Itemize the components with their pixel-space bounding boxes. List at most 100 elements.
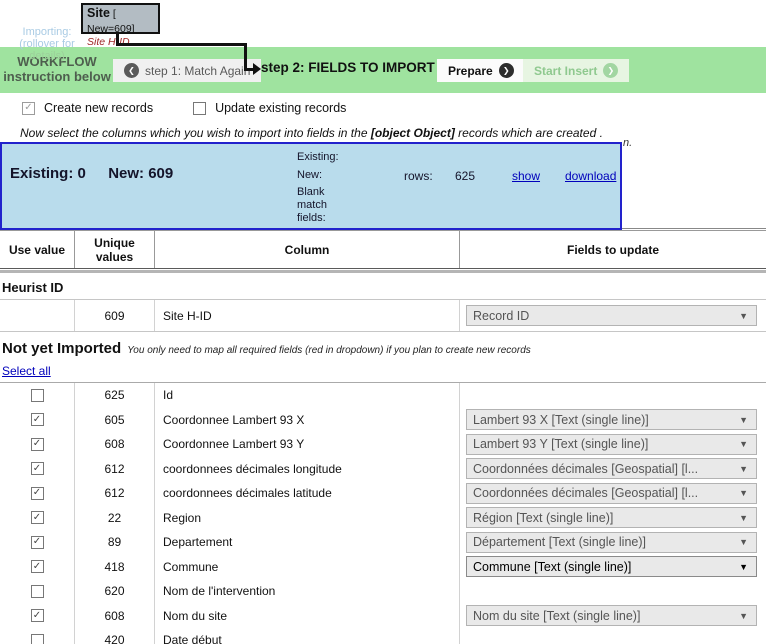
header-column: Column bbox=[155, 231, 460, 268]
check-icon: ✓ bbox=[33, 562, 41, 572]
existing-value: 0 bbox=[78, 165, 86, 182]
heurist-id-row: 609 Site H-ID Record ID ▼ bbox=[0, 299, 766, 332]
unique-values-count: 608 bbox=[104, 437, 124, 451]
unique-values-count: 89 bbox=[108, 535, 121, 549]
instruction-pre: Now select the columns which you wish to… bbox=[20, 126, 371, 140]
check-icon: ✓ bbox=[33, 611, 41, 621]
update-existing-records-checkbox[interactable] bbox=[193, 102, 206, 115]
summary-totals: Existing: 0 New: 609 bbox=[10, 165, 173, 182]
chevron-down-icon: ▼ bbox=[739, 488, 748, 498]
unique-values-count: 605 bbox=[104, 413, 124, 427]
detail-blank-match-label: Blank match fields: bbox=[297, 186, 343, 225]
hidden-text-fragment: n. bbox=[623, 137, 632, 149]
column-name: coordonnees décimales longitude bbox=[163, 462, 342, 476]
field-select-record-id[interactable]: Record ID ▼ bbox=[466, 305, 757, 326]
connector-line bbox=[244, 43, 247, 71]
instruction-text: Now select the columns which you wish to… bbox=[20, 126, 603, 140]
table-row: ✓ 612 coordonnees décimales latitude Coo… bbox=[0, 481, 766, 506]
use-value-checkbox[interactable]: ✓ bbox=[31, 438, 44, 451]
check-icon: ✓ bbox=[24, 103, 32, 113]
back-arrow-icon: ❮ bbox=[124, 63, 139, 78]
column-name: Date début bbox=[163, 633, 222, 644]
step1-match-again-button[interactable]: ❮ step 1: Match Again bbox=[113, 59, 261, 82]
check-icon: ✓ bbox=[33, 415, 41, 425]
field-select[interactable]: Région [Text (single line)] ▼ bbox=[466, 507, 757, 528]
select-all-link[interactable]: Select all bbox=[2, 364, 51, 378]
field-select-value: Nom du site [Text (single line)] bbox=[473, 609, 640, 623]
start-insert-button-disabled[interactable]: Start Insert ❯ bbox=[523, 59, 629, 82]
step2-heading: step 2: FIELDS TO IMPORT bbox=[261, 60, 435, 75]
field-select-value: Coordonnées décimales [Geospatial] [l... bbox=[473, 462, 698, 476]
table-row: ✓ 620 Nom de l'intervention bbox=[0, 579, 766, 604]
column-name: Site H-ID bbox=[155, 300, 460, 331]
show-link[interactable]: show bbox=[512, 169, 540, 183]
workflow-label-line2: instruction below bbox=[2, 69, 112, 84]
field-select[interactable]: Nom du site [Text (single line)] ▼ bbox=[466, 605, 757, 626]
unique-values-count: 612 bbox=[104, 462, 124, 476]
start-insert-button-label: Start Insert bbox=[534, 64, 597, 78]
table-row: ✓ 420 Date début bbox=[0, 628, 766, 644]
field-select-value: Région [Text (single line)] bbox=[473, 511, 613, 525]
use-value-checkbox[interactable]: ✓ bbox=[31, 634, 44, 644]
prepare-button[interactable]: Prepare ❯ bbox=[437, 59, 525, 82]
use-value-checkbox[interactable]: ✓ bbox=[31, 585, 44, 598]
column-name: Nom de l'intervention bbox=[163, 584, 275, 598]
table-row: ✓ 418 Commune Commune [Text (single line… bbox=[0, 555, 766, 580]
unique-values-count: 609 bbox=[75, 300, 155, 331]
use-value-checkbox[interactable]: ✓ bbox=[31, 389, 44, 402]
new-label: New: bbox=[108, 165, 144, 182]
columns-table-header: Use value Unique values Column Fields to… bbox=[0, 230, 766, 269]
field-select-value: Coordonnées décimales [Geospatial] [l... bbox=[473, 486, 698, 500]
check-icon: ✓ bbox=[33, 488, 41, 498]
check-icon: ✓ bbox=[33, 439, 41, 449]
field-select[interactable]: Coordonnées décimales [Geospatial] [l...… bbox=[466, 458, 757, 479]
create-new-records-label: Create new records bbox=[44, 101, 153, 115]
use-value-checkbox[interactable]: ✓ bbox=[31, 462, 44, 475]
import-fields-page: Site [ New=609] Site H-ID Importing: (ro… bbox=[0, 0, 766, 644]
not-yet-imported-note: You only need to map all required fields… bbox=[127, 345, 531, 356]
column-name: Region bbox=[163, 511, 201, 525]
column-name: Id bbox=[163, 388, 173, 402]
step1-button-label: step 1: Match Again bbox=[145, 64, 250, 78]
field-select-value: Lambert 93 X [Text (single line)] bbox=[473, 413, 649, 427]
table-row: ✓ 22 Region Région [Text (single line)] … bbox=[0, 506, 766, 531]
field-select[interactable]: Commune [Text (single line)] ▼ bbox=[466, 556, 757, 577]
use-value-checkbox[interactable]: ✓ bbox=[31, 413, 44, 426]
instruction-post: records which are created . bbox=[455, 126, 603, 140]
detail-new-label: New: bbox=[297, 169, 322, 182]
chevron-down-icon: ▼ bbox=[739, 415, 748, 425]
match-summary-popup: Existing: 0 New: 609 Existing: New: Blan… bbox=[0, 142, 622, 230]
importing-note: Importing: (rollover for details) bbox=[12, 26, 82, 62]
download-link[interactable]: download bbox=[565, 169, 616, 183]
field-select-value: Lambert 93 Y [Text (single line)] bbox=[473, 437, 648, 451]
field-select[interactable]: Département [Text (single line)] ▼ bbox=[466, 532, 757, 553]
chevron-down-icon: ▼ bbox=[739, 537, 748, 547]
use-value-checkbox[interactable]: ✓ bbox=[31, 511, 44, 524]
field-select[interactable]: Lambert 93 Y [Text (single line)] ▼ bbox=[466, 434, 757, 455]
rows-label: rows: bbox=[404, 169, 433, 183]
rows-count: 625 bbox=[455, 169, 475, 183]
field-select-value: Commune [Text (single line)] bbox=[473, 560, 631, 574]
table-row: ✓ 612 coordonnees décimales longitude Co… bbox=[0, 457, 766, 482]
forward-arrow-icon: ❯ bbox=[603, 63, 618, 78]
chevron-down-icon: ▼ bbox=[739, 513, 748, 523]
check-icon: ✓ bbox=[33, 464, 41, 474]
unique-values-count: 420 bbox=[104, 633, 124, 644]
unique-values-count: 22 bbox=[108, 511, 121, 525]
record-type-tooltip: Site [ New=609] Site H-ID bbox=[81, 3, 160, 34]
use-value-checkbox[interactable]: ✓ bbox=[31, 560, 44, 573]
table-row: ✓ 608 Coordonnee Lambert 93 Y Lambert 93… bbox=[0, 432, 766, 457]
use-value-checkbox[interactable]: ✓ bbox=[31, 487, 44, 500]
field-select[interactable]: Lambert 93 X [Text (single line)] ▼ bbox=[466, 409, 757, 430]
use-value-checkbox[interactable]: ✓ bbox=[31, 609, 44, 622]
check-icon: ✓ bbox=[33, 537, 41, 547]
chevron-down-icon: ▼ bbox=[739, 311, 748, 321]
table-row: ✓ 605 Coordonnee Lambert 93 X Lambert 93… bbox=[0, 408, 766, 433]
field-select[interactable]: Coordonnées décimales [Geospatial] [l...… bbox=[466, 483, 757, 504]
table-row: ✓ 625 Id bbox=[0, 383, 766, 408]
use-value-checkbox[interactable]: ✓ bbox=[31, 536, 44, 549]
create-new-records-checkbox[interactable]: ✓ bbox=[22, 102, 35, 115]
unique-values-count: 418 bbox=[104, 560, 124, 574]
unique-values-count: 608 bbox=[104, 609, 124, 623]
table-row: ✓ 89 Departement Département [Text (sing… bbox=[0, 530, 766, 555]
